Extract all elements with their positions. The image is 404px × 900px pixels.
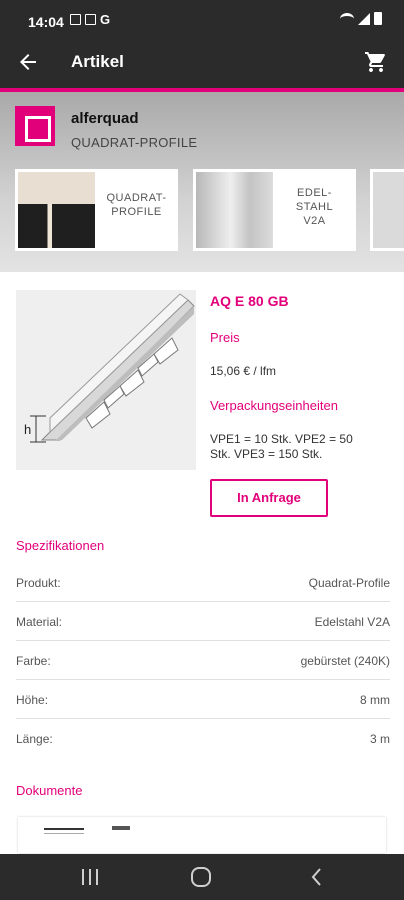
battery-icon xyxy=(374,12,382,25)
notification-icons: G xyxy=(70,12,111,27)
spec-row-material: Material: Edelstahl V2A xyxy=(16,602,390,641)
spec-row-product: Produkt: Quadrat-Profile xyxy=(16,563,390,602)
spec-value: gebürstet (240K) xyxy=(300,654,390,668)
category-name: QUADRAT-PROFILE xyxy=(71,135,198,150)
spec-key: Material: xyxy=(16,615,63,629)
status-time: 14:04 xyxy=(28,14,64,30)
category-card-label: EDEL- STAHL V2A xyxy=(295,187,334,227)
edelstahl-thumbnail xyxy=(196,172,273,248)
brand-name: alferquad xyxy=(71,110,139,127)
category-card-quadrat[interactable]: QUADRAT- PROFILE xyxy=(15,169,178,251)
documents-title: Dokumente xyxy=(16,783,83,798)
brand-logo-icon xyxy=(15,106,55,146)
price-value: 15,06 € / lfm xyxy=(210,364,277,378)
packaging-value-line-1: VPE1 = 10 Stk. VPE2 = 50 xyxy=(210,432,353,446)
document-preview[interactable] xyxy=(18,817,386,853)
category-thumbnail xyxy=(373,172,404,248)
system-icons xyxy=(340,12,382,25)
category-header: alferquad QUADRAT-PROFILE QUADRAT- PROFI… xyxy=(0,92,404,272)
mail-notification-icon xyxy=(85,14,96,25)
back-arrow-icon[interactable] xyxy=(16,50,40,74)
system-nav-bar xyxy=(0,854,404,900)
spec-key: Länge: xyxy=(16,732,53,746)
product-image: h xyxy=(16,290,196,470)
spec-value: 8 mm xyxy=(360,693,390,707)
request-button[interactable]: In Anfrage xyxy=(210,479,328,517)
category-card-edelstahl[interactable]: EDEL- STAHL V2A xyxy=(193,169,356,251)
signal-icon xyxy=(358,13,370,25)
height-marker-label: h xyxy=(24,422,32,437)
category-card-partial[interactable] xyxy=(370,169,404,251)
packaging-label: Verpackungseinheiten xyxy=(210,398,338,413)
quadrat-profile-thumbnail xyxy=(18,172,95,248)
specs-title: Spezifikationen xyxy=(16,538,105,553)
spec-row-color: Farbe: gebürstet (240K) xyxy=(16,641,390,680)
document-logo xyxy=(44,828,84,834)
spec-row-height: Höhe: 8 mm xyxy=(16,680,390,719)
spec-value: Quadrat-Profile xyxy=(308,576,390,590)
google-icon: G xyxy=(100,12,111,27)
app-bar: Artikel xyxy=(0,36,404,88)
status-bar: 14:04 G xyxy=(0,0,404,36)
spec-key: Produkt: xyxy=(16,576,61,590)
home-icon[interactable] xyxy=(191,867,211,887)
spec-value: 3 m xyxy=(369,732,390,746)
cart-icon[interactable] xyxy=(364,50,388,74)
nav-back-icon[interactable] xyxy=(306,866,328,888)
page-title: Artikel xyxy=(71,52,124,71)
packaging-value-line-2: Stk. VPE3 = 150 Stk. xyxy=(210,447,323,461)
category-card-label: QUADRAT- PROFILE xyxy=(106,192,167,218)
document-logo-small xyxy=(112,826,130,830)
category-card-strip[interactable]: QUADRAT- PROFILE EDEL- STAHL V2A xyxy=(15,169,404,251)
image-notification-icon xyxy=(70,14,81,25)
spec-value: Edelstahl V2A xyxy=(314,615,390,629)
product-code: AQ E 80 GB xyxy=(210,293,289,309)
spec-key: Farbe: xyxy=(16,654,51,668)
spec-row-length: Länge: 3 m xyxy=(16,719,390,758)
wifi-icon xyxy=(340,13,354,25)
recent-apps-icon[interactable] xyxy=(79,866,101,888)
price-label: Preis xyxy=(210,330,240,345)
spec-key: Höhe: xyxy=(16,693,49,707)
